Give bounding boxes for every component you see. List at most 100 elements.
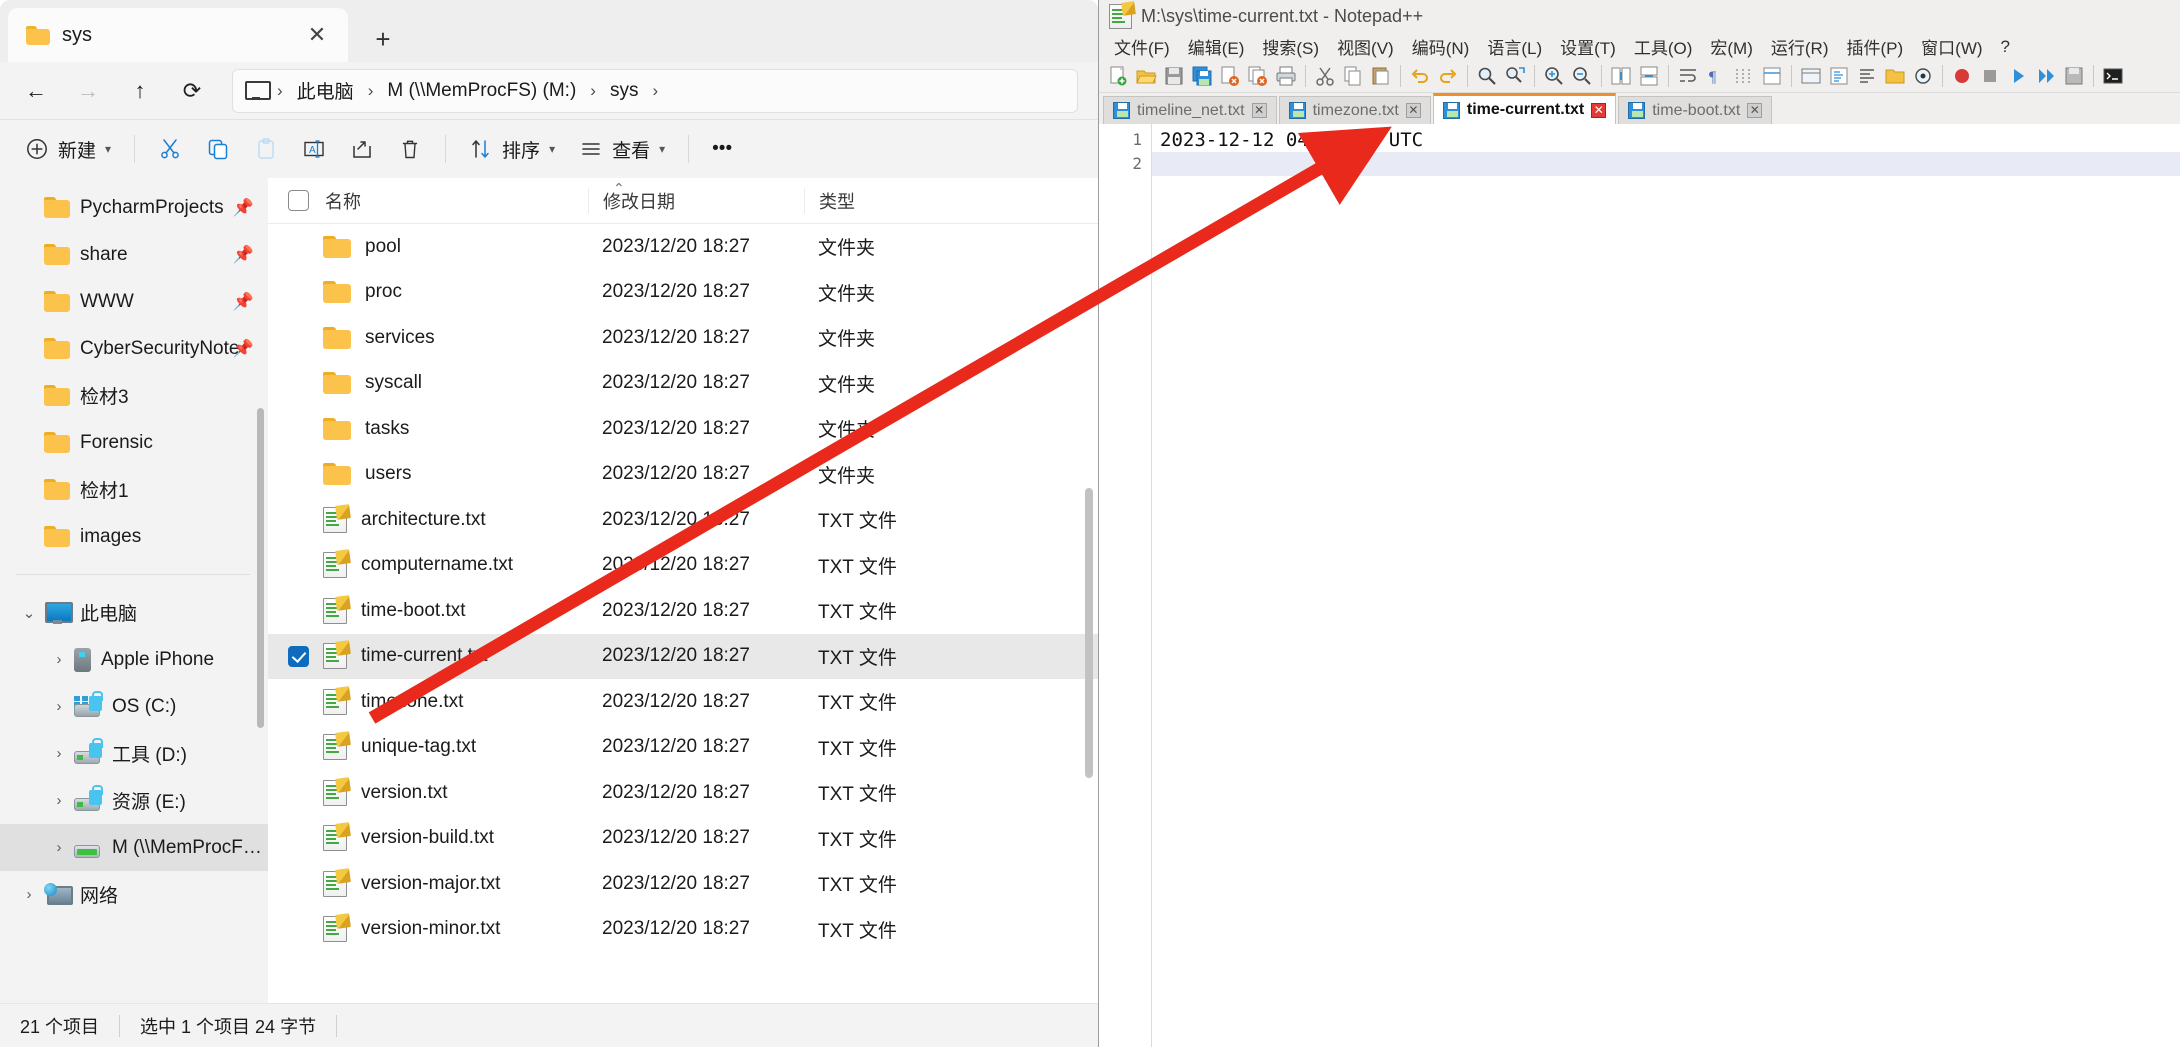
- row-checkbox[interactable]: [288, 509, 309, 530]
- row-checkbox[interactable]: [288, 691, 309, 712]
- menu-item-0[interactable]: 文件(F): [1105, 32, 1179, 61]
- undo-icon[interactable]: [1407, 63, 1433, 89]
- sidebar-item-this-pc[interactable]: ⌄ 此电脑: [0, 589, 268, 636]
- monitoring-icon[interactable]: [1910, 63, 1936, 89]
- menu-item-12[interactable]: ?: [1992, 35, 2019, 59]
- code-line[interactable]: [1152, 152, 2180, 176]
- menu-item-1[interactable]: 编辑(E): [1179, 32, 1254, 61]
- new-button[interactable]: 新建 ▾: [14, 128, 122, 170]
- explorer-tab-sys[interactable]: sys ✕: [8, 8, 348, 62]
- back-button[interactable]: ←: [14, 69, 58, 113]
- breadcrumb-item-0[interactable]: 此电脑: [289, 74, 362, 107]
- menu-item-2[interactable]: 搜索(S): [1253, 32, 1328, 61]
- notepadpp-tab-2[interactable]: time-current.txt ✕: [1432, 93, 1617, 124]
- document-map-icon[interactable]: [1826, 63, 1852, 89]
- new-file-icon[interactable]: [1105, 63, 1131, 89]
- save-macro-icon[interactable]: [2061, 63, 2087, 89]
- chevron-right-icon[interactable]: ›: [44, 698, 74, 715]
- sidebar-item-network[interactable]: › 网络: [0, 871, 268, 918]
- pin-icon[interactable]: 📌: [233, 339, 254, 359]
- sidebar-item-jiancai3[interactable]: 检材3: [0, 372, 268, 419]
- row-checkbox[interactable]: [288, 236, 309, 257]
- save-all-icon[interactable]: [1189, 63, 1215, 89]
- paste-icon[interactable]: [1368, 63, 1394, 89]
- chevron-right-icon[interactable]: ›: [44, 651, 74, 668]
- record-macro-icon[interactable]: [1949, 63, 1975, 89]
- save-icon[interactable]: [1161, 63, 1187, 89]
- table-row[interactable]: tasks 2023/12/20 18:27 文件夹: [268, 406, 1098, 452]
- run-icon[interactable]: [2100, 63, 2126, 89]
- close-icon[interactable]: ✕: [300, 18, 334, 52]
- sidebar-item-resources-e[interactable]: › 资源 (E:): [0, 777, 268, 824]
- row-checkbox[interactable]: [288, 418, 309, 439]
- cut-button[interactable]: [147, 128, 193, 170]
- explorer-sidebar[interactable]: PycharmProjects 📌 share 📌 WWW 📌 CyberSec…: [0, 178, 268, 1003]
- sidebar-item-jiancai1[interactable]: 检材1: [0, 466, 268, 513]
- indent-guide-icon[interactable]: [1731, 63, 1757, 89]
- close-all-icon[interactable]: [1245, 63, 1271, 89]
- paste-button[interactable]: [243, 128, 289, 170]
- refresh-button[interactable]: ⟳: [170, 69, 214, 113]
- table-row[interactable]: version-major.txt 2023/12/20 18:27 TXT 文件: [268, 861, 1098, 907]
- table-row[interactable]: version-minor.txt 2023/12/20 18:27 TXT 文件: [268, 907, 1098, 953]
- function-list-icon[interactable]: [1854, 63, 1880, 89]
- breadcrumb-item-1[interactable]: M (\\MemProcFS) (M:): [379, 77, 584, 105]
- table-row[interactable]: unique-tag.txt 2023/12/20 18:27 TXT 文件: [268, 725, 1098, 771]
- table-row[interactable]: proc 2023/12/20 18:27 文件夹: [268, 270, 1098, 316]
- table-row[interactable]: architecture.txt 2023/12/20 18:27 TXT 文件: [268, 497, 1098, 543]
- new-tab-button[interactable]: +: [358, 16, 408, 62]
- select-all-checkbox[interactable]: [288, 190, 309, 211]
- table-row[interactable]: version-build.txt 2023/12/20 18:27 TXT 文件: [268, 816, 1098, 862]
- sidebar-item-pycharmprojects[interactable]: PycharmProjects 📌: [0, 184, 268, 231]
- redo-icon[interactable]: [1435, 63, 1461, 89]
- menu-item-8[interactable]: 宏(M): [1701, 32, 1761, 61]
- sidebar-item-apple-iphone[interactable]: › Apple iPhone: [0, 636, 268, 683]
- open-file-icon[interactable]: [1133, 63, 1159, 89]
- sidebar-item-www[interactable]: WWW 📌: [0, 278, 268, 325]
- show-all-chars-icon[interactable]: ¶: [1703, 63, 1729, 89]
- row-checkbox[interactable]: [288, 555, 309, 576]
- column-header-type[interactable]: 类型: [804, 187, 984, 214]
- chevron-right-icon[interactable]: ›: [44, 839, 74, 856]
- playback-macro-icon[interactable]: [2005, 63, 2031, 89]
- forward-button[interactable]: →: [66, 69, 110, 113]
- row-checkbox[interactable]: [288, 873, 309, 894]
- cut-icon[interactable]: [1312, 63, 1338, 89]
- table-row[interactable]: timezone.txt 2023/12/20 18:27 TXT 文件: [268, 679, 1098, 725]
- up-button[interactable]: ↑: [118, 69, 162, 113]
- table-row[interactable]: version.txt 2023/12/20 18:27 TXT 文件: [268, 770, 1098, 816]
- replace-icon[interactable]: [1502, 63, 1528, 89]
- close-file-icon[interactable]: [1217, 63, 1243, 89]
- zoom-out-icon[interactable]: [1569, 63, 1595, 89]
- code-area[interactable]: 2023-12-12 04:06:25 UTC: [1152, 124, 2180, 1047]
- copy-button[interactable]: [195, 128, 241, 170]
- copy-icon[interactable]: [1340, 63, 1366, 89]
- find-icon[interactable]: [1474, 63, 1500, 89]
- menu-item-4[interactable]: 编码(N): [1403, 32, 1479, 61]
- share-button[interactable]: [339, 128, 385, 170]
- zoom-in-icon[interactable]: [1541, 63, 1567, 89]
- pin-icon[interactable]: 📌: [233, 198, 254, 218]
- stop-macro-icon[interactable]: [1977, 63, 2003, 89]
- notepadpp-tab-1[interactable]: timezone.txt ✕: [1278, 96, 1431, 124]
- notepadpp-editor[interactable]: 12 2023-12-12 04:06:25 UTC: [1099, 124, 2180, 1047]
- table-row[interactable]: time-current.txt 2023/12/20 18:27 TXT 文件: [268, 633, 1098, 679]
- ui-guide-icon[interactable]: [1759, 63, 1785, 89]
- close-icon[interactable]: ✕: [1405, 103, 1421, 118]
- folder-as-workspace-icon[interactable]: [1882, 63, 1908, 89]
- file-list-scrollbar[interactable]: [1085, 488, 1093, 778]
- menu-item-5[interactable]: 语言(L): [1478, 32, 1551, 61]
- menu-item-3[interactable]: 视图(V): [1328, 32, 1403, 61]
- sync-scroll-v-icon[interactable]: [1608, 63, 1634, 89]
- close-icon[interactable]: ✕: [1747, 103, 1763, 118]
- notepadpp-tab-3[interactable]: time-boot.txt ✕: [1618, 96, 1773, 124]
- menu-item-9[interactable]: 运行(R): [1762, 32, 1838, 61]
- menu-item-7[interactable]: 工具(O): [1625, 32, 1702, 61]
- more-options-button[interactable]: •••: [701, 128, 743, 170]
- row-checkbox[interactable]: [288, 782, 309, 803]
- table-row[interactable]: pool 2023/12/20 18:27 文件夹: [268, 224, 1098, 270]
- row-checkbox[interactable]: [288, 737, 309, 758]
- word-wrap-icon[interactable]: [1675, 63, 1701, 89]
- sidebar-item-tools-d[interactable]: › 工具 (D:): [0, 730, 268, 777]
- row-checkbox[interactable]: [288, 464, 309, 485]
